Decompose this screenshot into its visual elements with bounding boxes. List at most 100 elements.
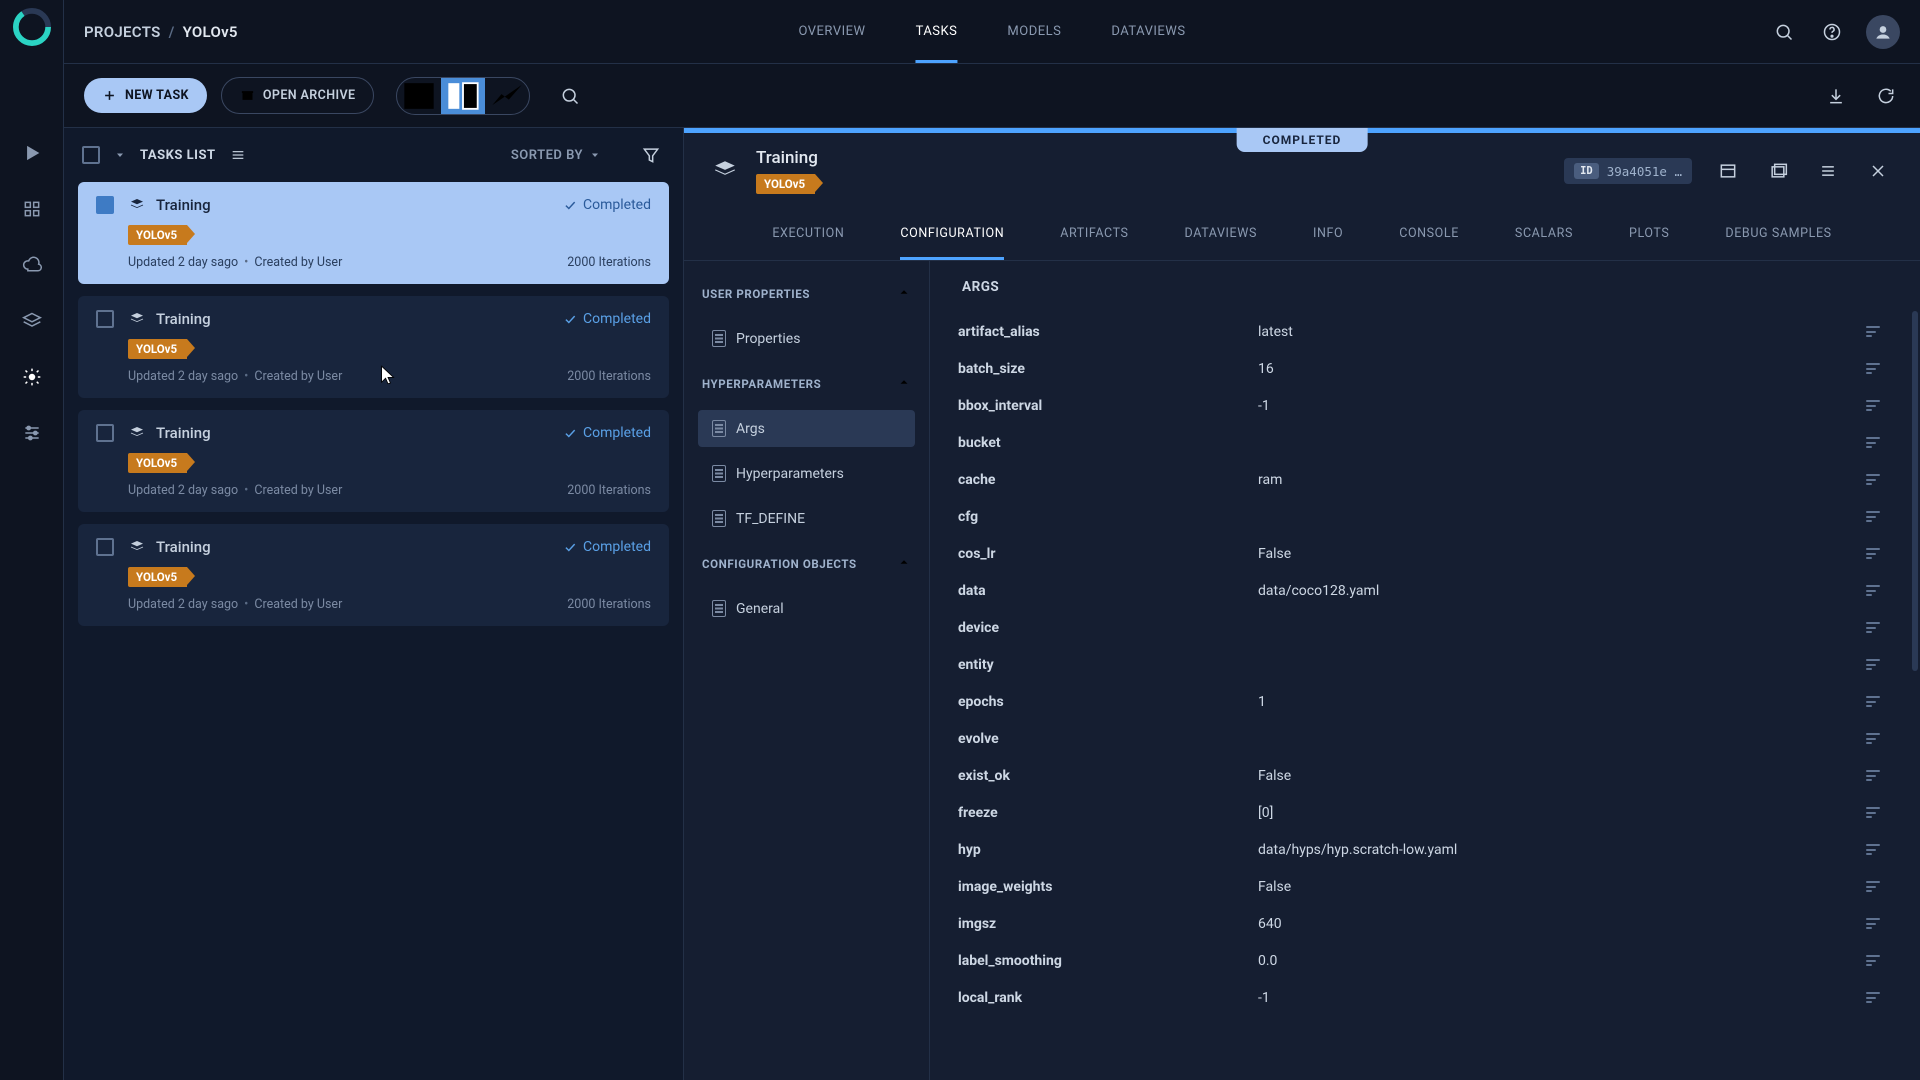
- arg-sort-icon[interactable]: [1820, 585, 1880, 596]
- tab-plots[interactable]: PLOTS: [1629, 209, 1669, 260]
- arg-row: label_smoothing 0.0: [958, 942, 1880, 979]
- arg-sort-icon[interactable]: [1820, 363, 1880, 374]
- list-settings-icon[interactable]: [230, 141, 246, 169]
- arg-sort-icon[interactable]: [1820, 400, 1880, 411]
- help-icon[interactable]: [1818, 18, 1846, 46]
- view-split-icon[interactable]: [441, 78, 485, 114]
- arg-sort-icon[interactable]: [1820, 807, 1880, 818]
- rail-grid-icon[interactable]: [19, 196, 45, 222]
- scrollbar[interactable]: [1912, 311, 1918, 671]
- task-card[interactable]: Training Completed YOLOv5 Updated 2 day …: [78, 524, 669, 626]
- select-all-checkbox[interactable]: [82, 146, 100, 164]
- rail-sliders-icon[interactable]: [19, 420, 45, 446]
- task-checkbox[interactable]: [96, 196, 114, 214]
- new-window-icon[interactable]: [1764, 157, 1792, 185]
- nav-overview[interactable]: OVERVIEW: [798, 1, 865, 63]
- tab-info[interactable]: INFO: [1313, 209, 1343, 260]
- arg-row: imgsz 640: [958, 905, 1880, 942]
- arg-key: hyp: [958, 842, 1258, 858]
- download-icon[interactable]: [1822, 82, 1850, 110]
- arg-sort-icon[interactable]: [1820, 659, 1880, 670]
- tab-configuration[interactable]: CONFIGURATION: [900, 209, 1004, 260]
- task-status: Completed: [563, 311, 651, 327]
- task-checkbox[interactable]: [96, 424, 114, 442]
- tree-general[interactable]: General: [698, 590, 915, 627]
- section-user-properties[interactable]: USER PROPERTIES: [692, 273, 921, 314]
- arg-sort-icon[interactable]: [1820, 955, 1880, 966]
- task-card[interactable]: Training Completed YOLOv5 Updated 2 day …: [78, 182, 669, 284]
- task-card[interactable]: Training Completed YOLOv5 Updated 2 day …: [78, 410, 669, 512]
- new-task-label: NEW TASK: [125, 88, 189, 103]
- tree-args[interactable]: Args: [698, 410, 915, 447]
- nav-dataviews[interactable]: DATAVIEWS: [1111, 1, 1185, 63]
- section-config-objects[interactable]: CONFIGURATION OBJECTS: [692, 543, 921, 584]
- search-icon[interactable]: [1770, 18, 1798, 46]
- details-modal-icon[interactable]: [1714, 157, 1742, 185]
- nav-tasks[interactable]: TASKS: [916, 1, 958, 63]
- rail-layers-icon[interactable]: [19, 308, 45, 334]
- task-type-icon: [128, 538, 146, 556]
- open-archive-button[interactable]: OPEN ARCHIVE: [221, 77, 375, 114]
- rail-gear-icon[interactable]: [19, 364, 45, 390]
- arg-sort-icon[interactable]: [1820, 437, 1880, 448]
- tree-tfdefine[interactable]: TF_DEFINE: [698, 500, 915, 537]
- menu-icon[interactable]: [1814, 157, 1842, 185]
- tab-execution[interactable]: EXECUTION: [772, 209, 844, 260]
- rail-run-icon[interactable]: [19, 140, 45, 166]
- tab-scalars[interactable]: SCALARS: [1515, 209, 1573, 260]
- tab-dataviews[interactable]: DATAVIEWS: [1185, 209, 1257, 260]
- avatar[interactable]: [1866, 15, 1900, 49]
- refresh-icon[interactable]: [1872, 82, 1900, 110]
- breadcrumb-projects[interactable]: PROJECTS: [84, 23, 161, 41]
- arg-sort-icon[interactable]: [1820, 511, 1880, 522]
- arg-sort-icon[interactable]: [1820, 696, 1880, 707]
- arg-value: 16: [1258, 361, 1820, 377]
- arg-sort-icon[interactable]: [1820, 770, 1880, 781]
- new-task-button[interactable]: NEW TASK: [84, 78, 207, 113]
- filter-icon[interactable]: [637, 141, 665, 169]
- arg-row: bbox_interval -1: [958, 387, 1880, 424]
- app-logo[interactable]: [13, 8, 51, 46]
- task-card[interactable]: Training Completed YOLOv5 Updated 2 day …: [78, 296, 669, 398]
- task-tag[interactable]: YOLOv5: [128, 567, 187, 587]
- arg-sort-icon[interactable]: [1820, 992, 1880, 1003]
- breadcrumb-separator: /: [169, 23, 175, 41]
- view-chart-icon[interactable]: [485, 78, 529, 114]
- task-checkbox[interactable]: [96, 538, 114, 556]
- arg-sort-icon[interactable]: [1820, 918, 1880, 929]
- arg-key: exist_ok: [958, 768, 1258, 784]
- breadcrumb-project-name[interactable]: YOLOv5: [183, 23, 238, 41]
- detail-title: Training: [756, 148, 818, 168]
- arg-sort-icon[interactable]: [1820, 733, 1880, 744]
- rail-cloud-icon[interactable]: [19, 252, 45, 278]
- task-id-chip[interactable]: ID39a4051e …: [1564, 158, 1692, 184]
- arg-sort-icon[interactable]: [1820, 622, 1880, 633]
- tab-artifacts[interactable]: ARTIFACTS: [1060, 209, 1128, 260]
- arg-row: epochs 1: [958, 683, 1880, 720]
- section-hyperparameters[interactable]: HYPERPARAMETERS: [692, 363, 921, 404]
- arg-sort-icon[interactable]: [1820, 844, 1880, 855]
- task-tag[interactable]: YOLOv5: [128, 453, 187, 473]
- arg-sort-icon[interactable]: [1820, 326, 1880, 337]
- task-tag[interactable]: YOLOv5: [128, 339, 187, 359]
- arg-row: artifact_alias latest: [958, 313, 1880, 350]
- detail-tag[interactable]: YOLOv5: [756, 174, 815, 194]
- arg-sort-icon[interactable]: [1820, 474, 1880, 485]
- arg-sort-icon[interactable]: [1820, 881, 1880, 892]
- breadcrumb[interactable]: PROJECTS / YOLOv5: [84, 23, 238, 41]
- sort-by-dropdown[interactable]: SORTED BY: [511, 148, 601, 163]
- task-tag[interactable]: YOLOv5: [128, 225, 187, 245]
- tab-console[interactable]: CONSOLE: [1399, 209, 1459, 260]
- toolbar-search-icon[interactable]: [556, 82, 584, 110]
- arg-row: exist_ok False: [958, 757, 1880, 794]
- nav-models[interactable]: MODELS: [1007, 1, 1061, 63]
- task-checkbox[interactable]: [96, 310, 114, 328]
- close-icon[interactable]: [1864, 157, 1892, 185]
- arg-value: [0]: [1258, 805, 1820, 821]
- view-table-icon[interactable]: [397, 78, 441, 114]
- arg-sort-icon[interactable]: [1820, 548, 1880, 559]
- tab-debug[interactable]: DEBUG SAMPLES: [1725, 209, 1831, 260]
- tree-hyperparameters[interactable]: Hyperparameters: [698, 455, 915, 492]
- arg-row: freeze [0]: [958, 794, 1880, 831]
- tree-properties[interactable]: Properties: [698, 320, 915, 357]
